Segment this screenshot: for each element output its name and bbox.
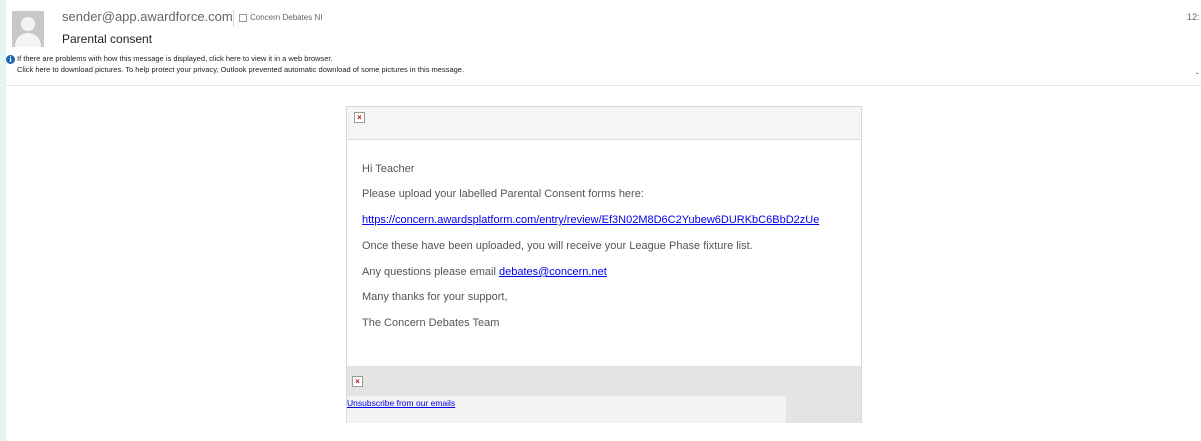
unsubscribe-row: Unsubscribe from our emails: [347, 396, 861, 423]
category-tag[interactable]: Concern Debates NI: [239, 13, 322, 22]
category-label: Concern Debates NI: [250, 13, 323, 22]
unsubscribe-link[interactable]: Unsubscribe from our emails: [347, 398, 455, 408]
sender-avatar[interactable]: [12, 11, 44, 47]
broken-image-icon[interactable]: ×: [354, 112, 365, 123]
sender-address[interactable]: sender@app.awardforce.com: [62, 9, 233, 24]
email-header-banner: ×: [347, 107, 861, 140]
message-subject: Parental consent: [62, 32, 153, 46]
upload-link[interactable]: https://concern.awardsplatform.com/entry…: [362, 214, 819, 226]
instruction-text: Please upload your labelled Parental Con…: [362, 188, 644, 200]
questions-line: Any questions please email debates@conce…: [362, 266, 607, 278]
email-content-card: × Hi Teacher Please upload your labelled…: [346, 106, 862, 423]
footer-gray-block: [786, 396, 861, 423]
email-body: Hi Teacher Please upload your labelled P…: [347, 140, 861, 367]
avatar-shoulders-shape: [15, 33, 41, 47]
message-window: sender@app.awardforce.com Concern Debate…: [6, 0, 1201, 441]
info-bar-view-in-browser[interactable]: If there are problems with how this mess…: [17, 54, 333, 63]
broken-image-icon[interactable]: ×: [352, 376, 363, 387]
email-footer-banner: ×: [347, 366, 861, 396]
category-color-box-icon: [239, 13, 247, 22]
info-bar-download-pictures[interactable]: Click here to download pictures. To help…: [17, 65, 464, 74]
header-divider: [6, 85, 1201, 86]
greeting-text: Hi Teacher: [362, 163, 415, 175]
thanks-text: Many thanks for your support,: [362, 291, 508, 303]
avatar-head-shape: [21, 17, 35, 31]
info-icon: i: [6, 55, 15, 64]
expand-header-icon[interactable]: ˇ: [1196, 72, 1199, 81]
questions-email-link[interactable]: debates@concern.net: [499, 266, 607, 278]
after-upload-text: Once these have been uploaded, you will …: [362, 240, 753, 252]
questions-prefix: Any questions please email: [362, 266, 499, 278]
received-time: 12:: [1187, 12, 1200, 22]
header-separator: [233, 10, 234, 27]
signoff-text: The Concern Debates Team: [362, 317, 500, 329]
